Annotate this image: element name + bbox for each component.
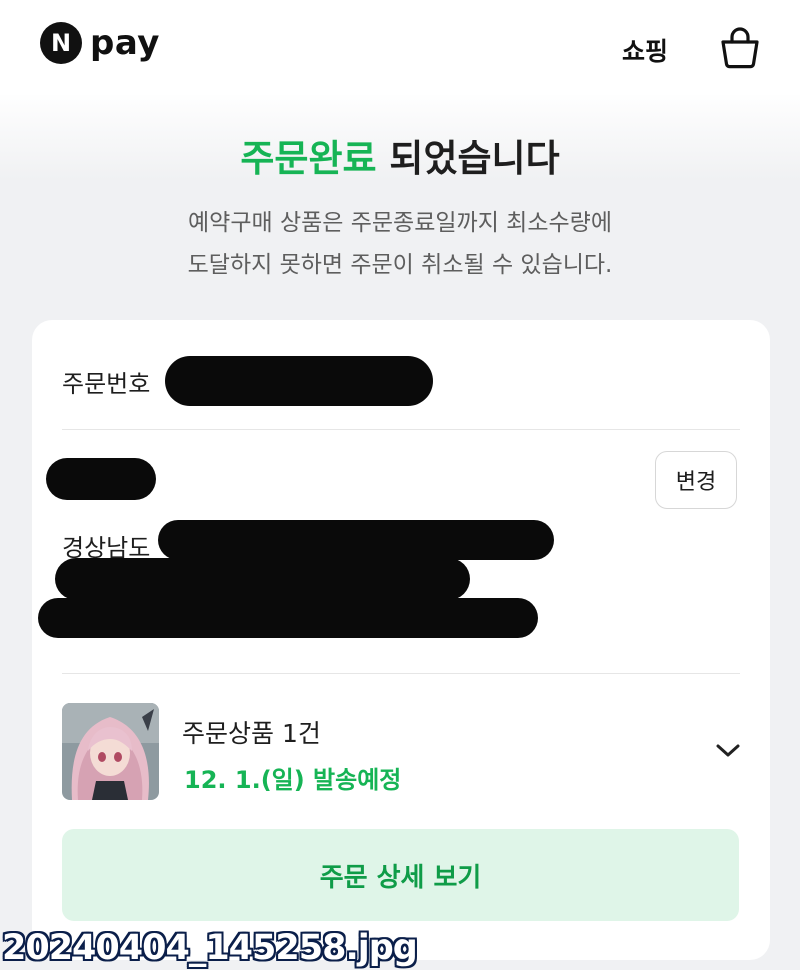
- ordered-items-count: 주문상품 1건: [182, 719, 321, 748]
- logo-mark: N: [40, 22, 82, 64]
- shopping-link[interactable]: 쇼핑: [622, 32, 668, 68]
- address-redacted-1: [158, 520, 554, 560]
- address-redacted-2: [55, 558, 470, 600]
- product-thumbnail[interactable]: [62, 703, 159, 800]
- notice-line-2: 도달하지 못하면 주문이 취소될 수 있습니다.: [187, 252, 613, 278]
- page-title: 주문완료 되었습니다: [0, 128, 800, 182]
- order-detail-button[interactable]: 주문 상세 보기: [62, 829, 739, 921]
- title-accent: 주문완료: [240, 137, 377, 180]
- chevron-down-icon[interactable]: [715, 740, 741, 760]
- recipient-name-redacted: [46, 458, 156, 500]
- filename-overlay: 20240404_145258.jpg: [2, 928, 418, 968]
- shopping-bag-icon[interactable]: [718, 26, 762, 70]
- title-rest: 되었습니다: [376, 137, 560, 180]
- change-address-button[interactable]: 변경: [655, 451, 737, 509]
- divider: [62, 429, 740, 430]
- logo-text: pay: [90, 23, 160, 63]
- address-redacted-3: [38, 598, 538, 638]
- divider: [62, 673, 740, 674]
- npay-logo[interactable]: N pay: [40, 22, 160, 64]
- top-bar: N pay 쇼핑: [0, 0, 800, 95]
- preorder-notice: 예약구매 상품은 주문종료일까지 최소수량에 도달하지 못하면 주문이 취소될 …: [0, 202, 800, 286]
- notice-line-1: 예약구매 상품은 주문종료일까지 최소수량에: [188, 210, 612, 236]
- order-number-redacted: [165, 356, 433, 406]
- order-number-label: 주문번호: [62, 370, 151, 398]
- shipping-date: 12. 1.(일) 발송예정: [184, 766, 402, 794]
